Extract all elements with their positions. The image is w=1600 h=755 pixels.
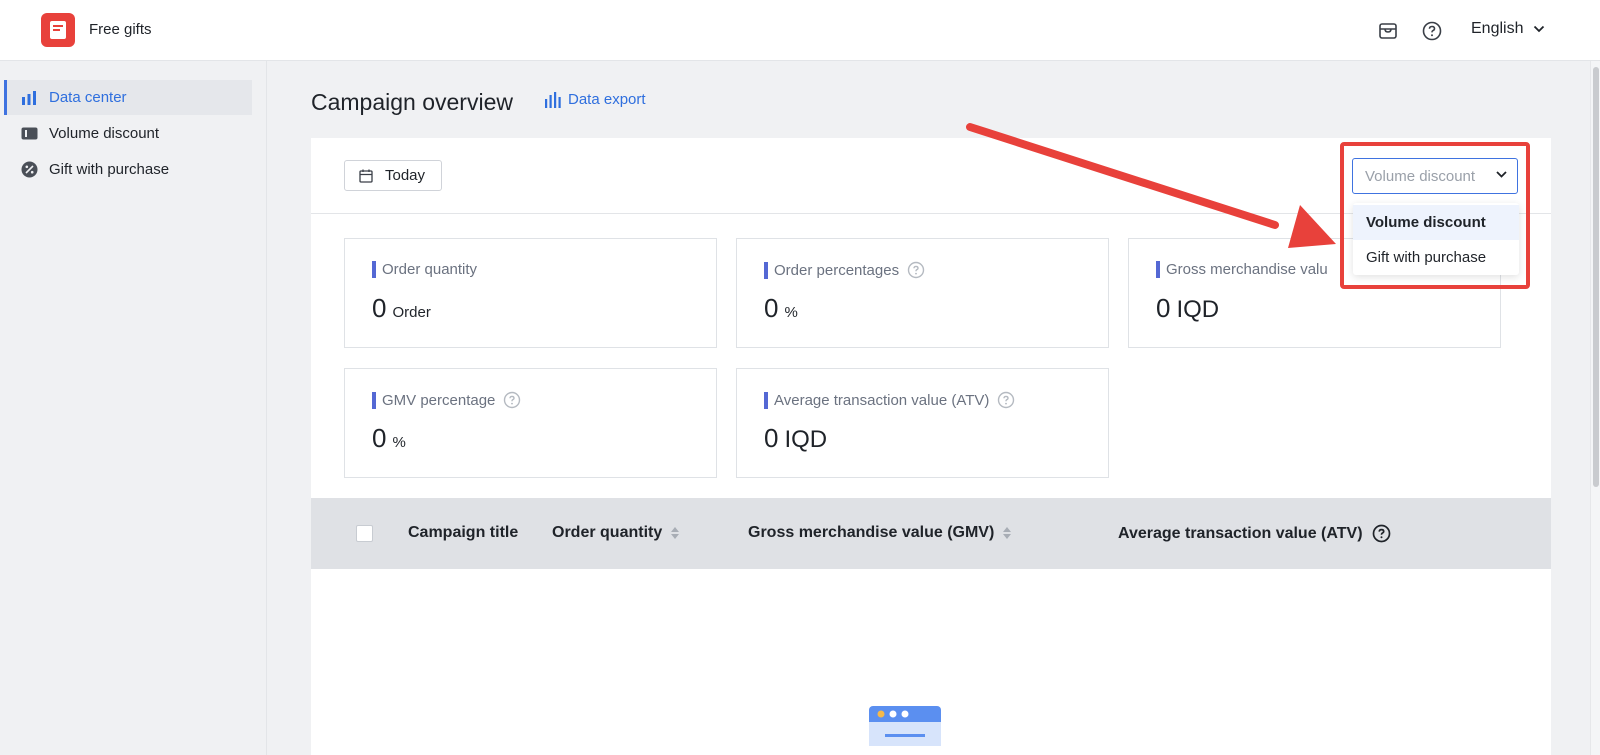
metric-label: Average transaction value (ATV) [774,391,990,409]
metric-label: GMV percentage [382,391,496,409]
sidebar-item-label: Data center [49,89,127,106]
scrollbar-thumb[interactable] [1593,67,1599,487]
bar-chart-icon [545,91,561,108]
data-export-link[interactable]: Data export [545,91,646,108]
metric-label: Order quantity [382,261,478,278]
bar-chart-icon [20,89,38,107]
help-icon[interactable] [1421,20,1443,42]
app-title: Free gifts [89,21,152,38]
app-logo-icon [41,13,75,47]
metric-value: 0 [1156,293,1171,323]
calendar-icon [359,169,373,183]
metric-card-order-quantity: Order quantity 0 Order [344,238,717,348]
empty-state-illustration [869,706,941,746]
page-scrollbar[interactable] [1590,61,1600,755]
column-header-gmv[interactable]: Gross merchandise value (GMV) [748,524,1012,542]
date-filter-label: Today [385,167,426,184]
chevron-down-icon [1534,25,1545,33]
store-icon[interactable] [1377,20,1399,42]
annotation-highlight-box [1340,142,1530,289]
help-icon[interactable] [503,391,521,409]
column-header-order-quantity[interactable]: Order quantity [552,524,680,542]
help-icon[interactable] [1372,524,1391,543]
metric-card-atv: Average transaction value (ATV) 0 IQD [736,368,1109,478]
metric-card-gmv-percentage: GMV percentage 0% [344,368,717,478]
discount-badge-icon [20,161,38,179]
sidebar-item-data-center[interactable]: Data center [4,80,252,115]
metric-value: 0 [372,423,387,453]
sort-icon[interactable] [1003,527,1012,539]
sort-icon[interactable] [671,527,680,539]
table-header: Campaign title Order quantity Gross merc… [311,498,1551,569]
column-header-campaign-title: Campaign title [408,524,519,541]
metric-value: 0 [764,423,779,453]
sidebar-item-gift-with-purchase[interactable]: Gift with purchase [4,152,252,187]
metric-unit: IQD [1176,296,1220,323]
ticket-icon [20,125,38,143]
metric-value: 0 [372,293,387,323]
metric-unit: % [392,434,406,451]
metric-unit: % [784,304,798,321]
sidebar: Data center Volume discount Gift with pu… [0,61,267,755]
metric-unit: IQD [784,426,828,453]
metric-label: Order percentages [774,261,900,279]
sidebar-item-volume-discount[interactable]: Volume discount [4,116,252,151]
metric-unit: Order [392,304,431,321]
page-title: Campaign overview [311,89,513,115]
sidebar-item-label: Volume discount [49,125,160,142]
language-selector[interactable]: English [1471,20,1545,38]
data-export-label: Data export [568,91,646,108]
metric-card-order-percentages: Order percentages 0% [736,238,1109,348]
column-header-atv: Average transaction value (ATV) [1118,524,1391,543]
help-icon[interactable] [907,261,925,279]
metric-label: Gross merchandise valu [1166,261,1328,278]
select-all-checkbox[interactable] [356,525,373,542]
sidebar-item-label: Gift with purchase [49,161,170,178]
date-filter-button[interactable]: Today [344,160,442,191]
metric-value: 0 [764,293,779,323]
language-label: English [1471,20,1524,37]
top-bar: Free gifts English [0,0,1600,61]
help-icon[interactable] [997,391,1015,409]
